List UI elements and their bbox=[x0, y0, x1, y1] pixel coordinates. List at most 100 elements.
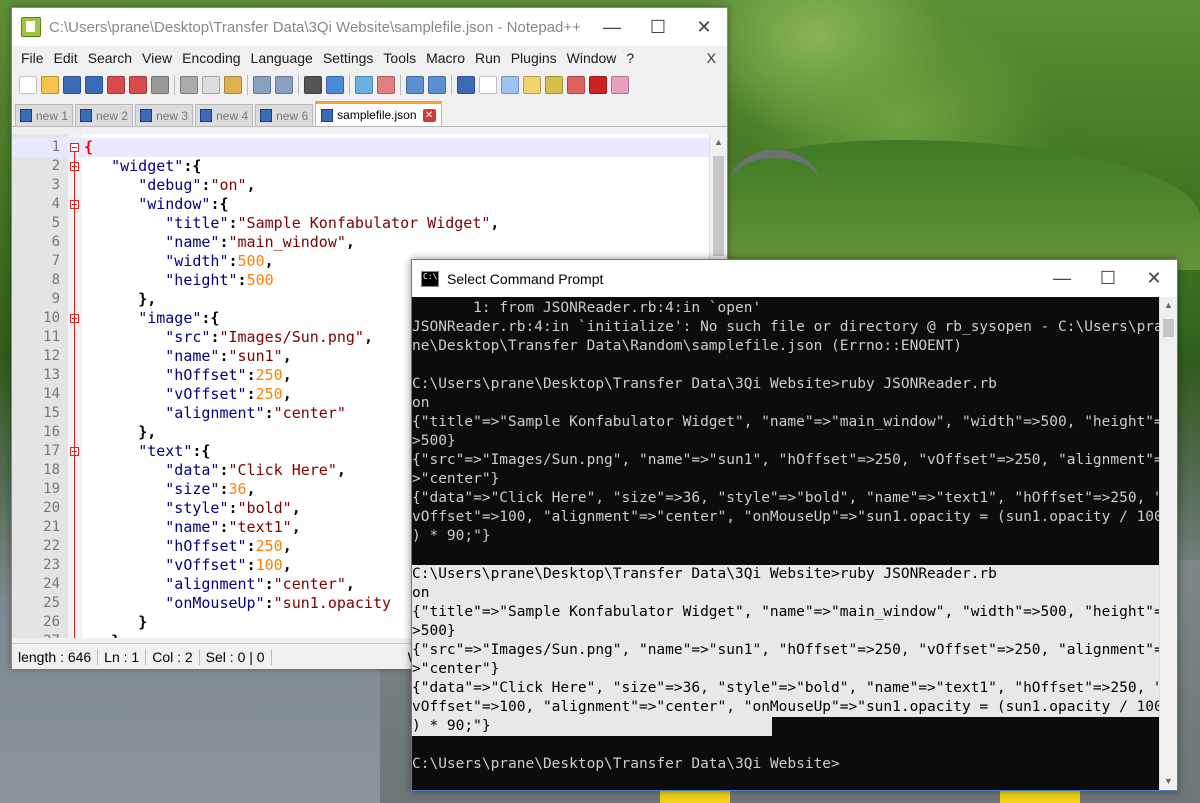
toolbar bbox=[12, 70, 727, 100]
redo-icon[interactable] bbox=[275, 76, 293, 94]
paste-icon[interactable] bbox=[224, 76, 242, 94]
print-icon[interactable] bbox=[151, 76, 169, 94]
function-list-icon[interactable] bbox=[567, 76, 585, 94]
tab-new-4[interactable]: new 4 bbox=[195, 104, 254, 126]
toolbar-separator bbox=[247, 75, 248, 95]
menu-search[interactable]: Search bbox=[83, 50, 137, 66]
udl-icon[interactable] bbox=[523, 76, 541, 94]
line-number: 16 bbox=[43, 424, 60, 440]
tab-label: new 3 bbox=[156, 108, 189, 123]
console-line: >"center"} bbox=[412, 471, 500, 487]
menu-language[interactable]: Language bbox=[246, 50, 318, 66]
close-button[interactable]: ✕ bbox=[1131, 260, 1177, 298]
open-file-icon[interactable] bbox=[41, 76, 59, 94]
tab-new-1[interactable]: new 1 bbox=[15, 104, 74, 126]
code-line[interactable]: 4 "window":{ bbox=[12, 195, 662, 214]
fold-collapse-icon[interactable] bbox=[70, 143, 79, 152]
minimize-button[interactable]: — bbox=[1039, 260, 1085, 298]
console-line: 1: from JSONReader.rb:4:in `open' bbox=[412, 300, 762, 316]
indent-guide-icon[interactable] bbox=[501, 76, 519, 94]
code-text: "alignment":"center" bbox=[165, 404, 346, 422]
close-tab-icon[interactable]: ✕ bbox=[422, 108, 436, 122]
close-button[interactable]: ✕ bbox=[681, 8, 727, 46]
maximize-button[interactable]: ☐ bbox=[1085, 260, 1131, 298]
console-scrollbar[interactable]: ▲ ▼ bbox=[1159, 297, 1177, 790]
scrollbar-thumb[interactable] bbox=[713, 156, 724, 256]
menu-help[interactable]: ? bbox=[621, 50, 639, 66]
console-line: {"title"=>"Sample Konfabulator Widget", … bbox=[412, 603, 1160, 622]
save-icon bbox=[260, 109, 273, 122]
menubar: File Edit Search View Encoding Language … bbox=[12, 46, 727, 70]
code-line[interactable]: 1{ bbox=[12, 138, 709, 157]
scroll-up-icon[interactable]: ▲ bbox=[710, 134, 727, 151]
code-line[interactable]: 6 "name":"main_window", bbox=[12, 233, 662, 252]
save-icon[interactable] bbox=[63, 76, 81, 94]
menu-settings[interactable]: Settings bbox=[318, 50, 379, 66]
code-text: "widget":{ bbox=[111, 157, 202, 175]
line-number: 22 bbox=[43, 538, 60, 554]
notepadpp-titlebar[interactable]: C:\Users\prane\Desktop\Transfer Data\3Qi… bbox=[12, 8, 727, 46]
menu-encoding[interactable]: Encoding bbox=[177, 50, 245, 66]
menu-plugins[interactable]: Plugins bbox=[506, 50, 562, 66]
cmd-app-icon bbox=[421, 270, 439, 287]
code-line[interactable]: 3 "debug":"on", bbox=[12, 176, 662, 195]
scroll-up-icon[interactable]: ▲ bbox=[1160, 297, 1177, 314]
code-line[interactable]: 5 "title":"Sample Konfabulator Widget", bbox=[12, 214, 662, 233]
menu-run[interactable]: Run bbox=[470, 50, 506, 66]
new-file-icon[interactable] bbox=[19, 76, 37, 94]
save-icon bbox=[140, 109, 153, 122]
close-file-icon[interactable] bbox=[107, 76, 125, 94]
cmd-titlebar[interactable]: Select Command Prompt — ☐ ✕ bbox=[412, 260, 1177, 297]
tab-new-3[interactable]: new 3 bbox=[135, 104, 194, 126]
sync-vertical-icon[interactable] bbox=[406, 76, 424, 94]
replace-icon[interactable] bbox=[326, 76, 344, 94]
line-number: 7 bbox=[51, 253, 60, 269]
zoom-out-icon[interactable] bbox=[377, 76, 395, 94]
code-text: "src":"Images/Sun.png", bbox=[165, 328, 373, 346]
minimize-button[interactable]: — bbox=[589, 8, 635, 46]
tab-samplefile-json[interactable]: samplefile.json ✕ bbox=[315, 101, 442, 126]
command-prompt-window[interactable]: Select Command Prompt — ☐ ✕ 1: from JSON… bbox=[411, 259, 1178, 791]
code-text: "onMouseUp":"sun1.opacity bbox=[165, 594, 392, 612]
sync-horizontal-icon[interactable] bbox=[428, 76, 446, 94]
code-text: "name":"main_window", bbox=[165, 233, 355, 251]
tab-new-2[interactable]: new 2 bbox=[75, 104, 134, 126]
scrollbar-thumb[interactable] bbox=[1163, 319, 1174, 337]
code-text: "width":500, bbox=[165, 252, 274, 270]
record-macro-icon[interactable] bbox=[589, 76, 607, 94]
line-number: 1 bbox=[51, 139, 60, 155]
menu-window[interactable]: Window bbox=[562, 50, 622, 66]
menu-tools[interactable]: Tools bbox=[378, 50, 421, 66]
doc-map-icon[interactable] bbox=[545, 76, 563, 94]
notepadpp-app-icon bbox=[21, 17, 41, 37]
menu-edit[interactable]: Edit bbox=[49, 50, 83, 66]
stop-macro-icon[interactable] bbox=[611, 76, 629, 94]
zoom-in-icon[interactable] bbox=[355, 76, 373, 94]
save-all-icon[interactable] bbox=[85, 76, 103, 94]
show-all-chars-icon[interactable] bbox=[479, 76, 497, 94]
console-line: vOffset"=>100, "alignment"=>"center", "o… bbox=[412, 698, 1160, 717]
console-line: C:\Users\prane\Desktop\Transfer Data\3Qi… bbox=[412, 756, 840, 772]
console-output[interactable]: 1: from JSONReader.rb:4:in `open' JSONRea… bbox=[412, 297, 1160, 790]
menu-close-document[interactable]: X bbox=[702, 50, 721, 66]
menu-macro[interactable]: Macro bbox=[421, 50, 470, 66]
fold-guide-line bbox=[74, 152, 75, 638]
tab-new-6[interactable]: new 6 bbox=[255, 104, 314, 126]
toolbar-separator bbox=[174, 75, 175, 95]
find-icon[interactable] bbox=[304, 76, 322, 94]
cut-icon[interactable] bbox=[180, 76, 198, 94]
scroll-down-icon[interactable]: ▼ bbox=[1160, 773, 1177, 790]
console-line: JSONReader.rb:4:in `initialize': No such… bbox=[412, 319, 1160, 335]
menu-view[interactable]: View bbox=[137, 50, 177, 66]
status-selection: Sel : 0 | 0 bbox=[200, 648, 272, 665]
close-all-icon[interactable] bbox=[129, 76, 147, 94]
word-wrap-icon[interactable] bbox=[457, 76, 475, 94]
copy-icon[interactable] bbox=[202, 76, 220, 94]
console-line: C:\Users\prane\Desktop\Transfer Data\3Qi… bbox=[412, 376, 997, 392]
code-text: "image":{ bbox=[138, 309, 220, 327]
code-line[interactable]: 2 "widget":{ bbox=[12, 157, 662, 176]
code-text: } bbox=[138, 613, 148, 631]
undo-icon[interactable] bbox=[253, 76, 271, 94]
menu-file[interactable]: File bbox=[16, 50, 49, 66]
maximize-button[interactable]: ☐ bbox=[635, 8, 681, 46]
